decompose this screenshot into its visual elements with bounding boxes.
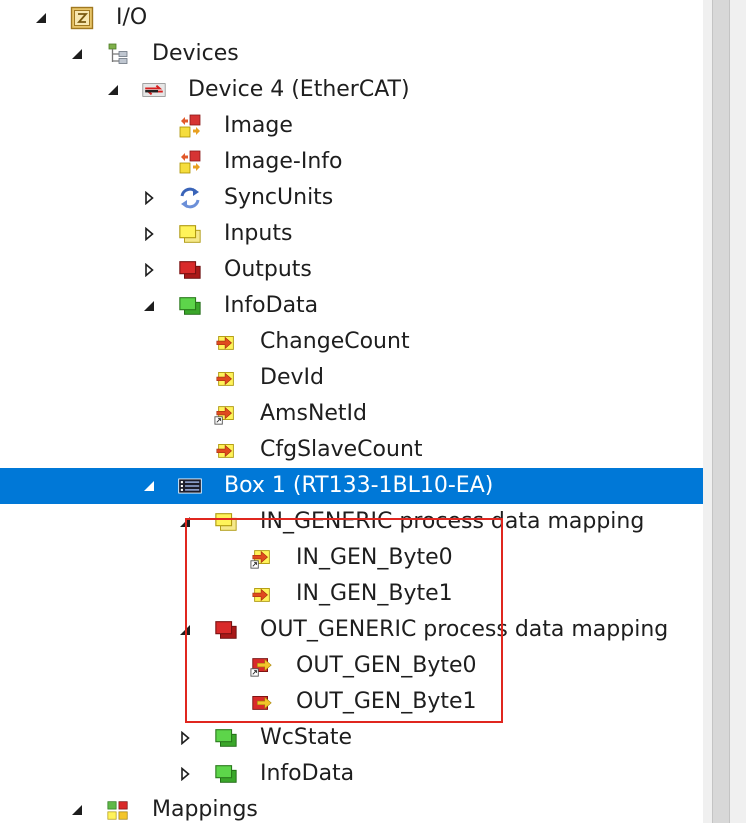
box-icon (178, 474, 202, 498)
wcstate-icon (214, 726, 238, 750)
linked-output-variable-icon (250, 654, 274, 678)
scrollbar-thumb[interactable] (712, 0, 730, 823)
tree-item-image-info[interactable]: Image-Info (0, 144, 703, 180)
tree-item-in-gen-byte1[interactable]: IN_GEN_Byte1 (0, 576, 703, 612)
io-folder-icon (70, 6, 94, 30)
tree-item-out-gen-byte0[interactable]: OUT_GEN_Byte0 (0, 648, 703, 684)
tree-item-inputs[interactable]: Inputs (0, 216, 703, 252)
collapse-arrow-icon[interactable] (32, 9, 50, 27)
tree-item-devices[interactable]: Devices (0, 36, 703, 72)
tree-item-in-gen-byte0[interactable]: IN_GEN_Byte0 (0, 540, 703, 576)
collapse-arrow-icon[interactable] (140, 297, 158, 315)
tree-item-outputs[interactable]: Outputs (0, 252, 703, 288)
tree-item-label: IN_GEN_Byte1 (296, 581, 453, 606)
expand-arrow-icon[interactable] (140, 225, 158, 243)
tree-item-changecount[interactable]: ChangeCount (0, 324, 703, 360)
collapse-arrow-icon[interactable] (140, 477, 158, 495)
infodata-icon (214, 762, 238, 786)
devices-icon (106, 42, 130, 66)
tree-item-label: ChangeCount (260, 329, 410, 354)
collapse-arrow-icon[interactable] (176, 513, 194, 531)
collapse-arrow-icon[interactable] (104, 81, 122, 99)
sync-units-icon (178, 186, 202, 210)
tree-item-label: Device 4 (EtherCAT) (188, 77, 410, 102)
tree-item-label: CfgSlaveCount (260, 437, 423, 462)
tree-item-label: IN_GEN_Byte0 (296, 545, 453, 570)
tree-item-label: IN_GENERIC process data mapping (260, 509, 645, 534)
input-variable-icon (214, 438, 238, 462)
collapse-arrow-icon[interactable] (176, 621, 194, 639)
tree-item-label: InfoData (260, 761, 355, 786)
expand-arrow-icon[interactable] (176, 729, 194, 747)
outputs-icon (178, 258, 202, 282)
tree-item-label: Outputs (224, 257, 312, 282)
input-variable-icon (250, 582, 274, 606)
tree-item-box-1-rt133-1bl10-ea[interactable]: Box 1 (RT133-1BL10-EA) (0, 468, 703, 504)
output-variable-icon (250, 690, 274, 714)
ethercat-device-icon (142, 78, 166, 102)
collapse-arrow-icon[interactable] (68, 45, 86, 63)
tree-item-label: OUT_GEN_Byte1 (296, 689, 477, 714)
tree-item-out-generic-process-data-mapping[interactable]: OUT_GENERIC process data mapping (0, 612, 703, 648)
tree-item-label: WcState (260, 725, 353, 750)
inputs-icon (178, 222, 202, 246)
tree-item-label: OUT_GENERIC process data mapping (260, 617, 669, 642)
image-icon (178, 114, 202, 138)
tree-item-wcstate[interactable]: WcState (0, 720, 703, 756)
tree-item-label: Image (224, 113, 293, 138)
tree-item-label: InfoData (224, 293, 319, 318)
tree-item-cfgslavecount[interactable]: CfgSlaveCount (0, 432, 703, 468)
tree-item-infodata[interactable]: InfoData (0, 288, 703, 324)
tree-item-syncunits[interactable]: SyncUnits (0, 180, 703, 216)
outputs-icon (214, 618, 238, 642)
infodata-icon (178, 294, 202, 318)
expand-arrow-icon[interactable] (176, 765, 194, 783)
input-variable-icon (214, 330, 238, 354)
tree-item-label: SyncUnits (224, 185, 334, 210)
tree-item-label: DevId (260, 365, 324, 390)
input-variable-icon (214, 366, 238, 390)
tree-item-device-4-ethercat[interactable]: Device 4 (EtherCAT) (0, 72, 703, 108)
tree-item-label: Devices (152, 41, 239, 66)
tree-item-amsnetid[interactable]: AmsNetId (0, 396, 703, 432)
tree-item-label: Box 1 (RT133-1BL10-EA) (224, 473, 494, 498)
tree-item-out-gen-byte1[interactable]: OUT_GEN_Byte1 (0, 684, 703, 720)
tree-item-label: OUT_GEN_Byte0 (296, 653, 477, 678)
tree-item-label: Inputs (224, 221, 293, 246)
tree-item-label: I/O (116, 5, 148, 30)
tree-item-devid[interactable]: DevId (0, 360, 703, 396)
tree-item-in-generic-process-data-mapping[interactable]: IN_GENERIC process data mapping (0, 504, 703, 540)
mappings-icon (106, 798, 130, 822)
tree-item-label: Image-Info (224, 149, 343, 174)
expand-arrow-icon[interactable] (140, 261, 158, 279)
tree-item-label: AmsNetId (260, 401, 368, 426)
linked-input-variable-icon (214, 402, 238, 426)
tree-item-infodata[interactable]: InfoData (0, 756, 703, 792)
collapse-arrow-icon[interactable] (68, 801, 86, 819)
image-info-icon (178, 150, 202, 174)
tree-item-i-o[interactable]: I/O (0, 0, 703, 36)
tree-item-image[interactable]: Image (0, 108, 703, 144)
expand-arrow-icon[interactable] (140, 189, 158, 207)
inputs-icon (214, 510, 238, 534)
linked-input-variable-icon (250, 546, 274, 570)
solution-tree: I/O Devices Device 4 (EtherCAT) Image Image-… (0, 0, 703, 823)
